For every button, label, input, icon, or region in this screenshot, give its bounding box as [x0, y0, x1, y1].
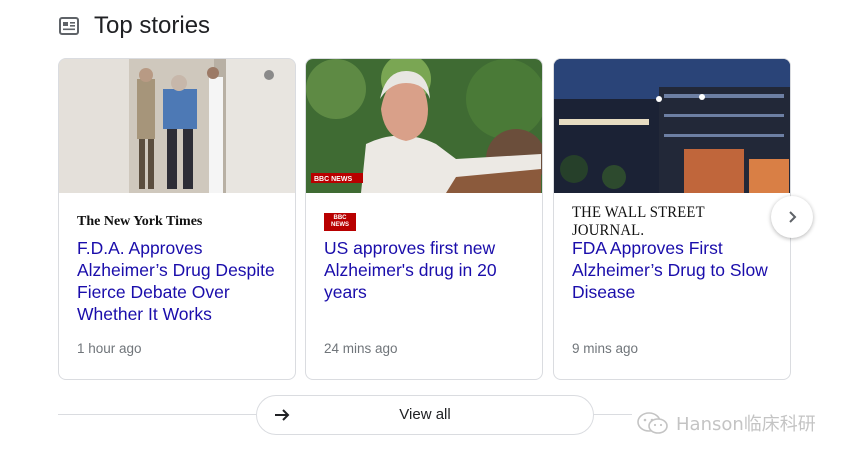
divider-right: [592, 414, 632, 415]
story-headline[interactable]: F.D.A. Approves Alzheimer’s Drug Despite…: [77, 237, 282, 325]
wsj-logo: THE WALL STREET JOURNAL.: [572, 204, 705, 239]
story-thumbnail: [554, 59, 790, 193]
top-stories-header: Top stories: [59, 10, 210, 42]
story-card[interactable]: The New York Times F.D.A. Approves Alzhe…: [58, 58, 296, 380]
story-source: BBC NEWS: [324, 211, 356, 233]
watermark-text: Hanson临床科研: [676, 414, 816, 435]
story-card[interactable]: THE WALL STREET JOURNAL. FDA Approves Fi…: [553, 58, 791, 380]
story-source: THE WALL STREET JOURNAL.: [572, 204, 790, 239]
newspaper-icon: [59, 17, 79, 35]
story-time: 9 mins ago: [572, 341, 639, 356]
nyt-logo: The New York Times: [77, 214, 203, 229]
story-headline[interactable]: FDA Approves First Alzheimer’s Drug to S…: [572, 237, 777, 303]
view-all-label: View all: [399, 406, 451, 423]
divider-left: [58, 414, 256, 415]
story-source: The New York Times: [77, 211, 202, 233]
wechat-icon: [637, 412, 668, 434]
story-headline[interactable]: US approves first new Alzheimer's drug i…: [324, 237, 529, 303]
section-title: Top stories: [94, 12, 211, 39]
view-all-button[interactable]: View all: [256, 395, 594, 435]
story-thumbnail: [59, 59, 295, 193]
photo-bbc-badge: BBC NEWS: [314, 176, 352, 183]
next-stories-button[interactable]: [771, 196, 813, 238]
story-thumbnail: BBC NEWS: [306, 59, 542, 193]
story-card[interactable]: BBC NEWS BBC NEWS US approves first new …: [305, 58, 543, 380]
story-time: 24 mins ago: [324, 341, 398, 356]
story-time: 1 hour ago: [77, 341, 142, 356]
bbc-news-logo: BBC NEWS: [324, 213, 356, 231]
watermark: Hanson临床科研: [636, 410, 816, 436]
chevron-right-icon: [789, 211, 797, 223]
